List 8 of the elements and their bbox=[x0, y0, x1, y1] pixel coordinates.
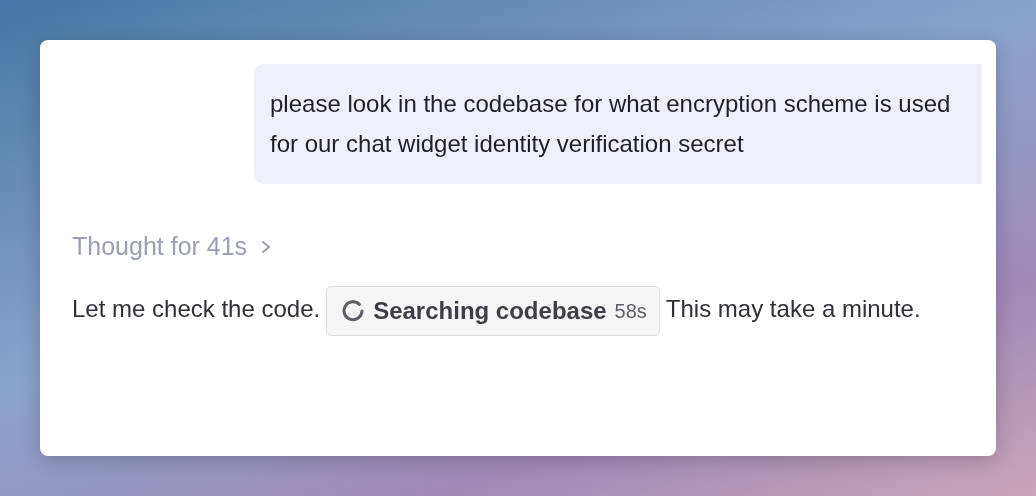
spinner-icon bbox=[341, 298, 366, 323]
tool-status-label: Searching codebase bbox=[373, 295, 607, 326]
response-text: Let me check the code. bbox=[72, 295, 321, 322]
elapsed-time: 58s bbox=[614, 298, 647, 324]
response-text: This may take a minute. bbox=[665, 295, 921, 322]
chevron-icon bbox=[261, 239, 272, 254]
thought-toggle[interactable]: Thought for 41s bbox=[72, 232, 272, 261]
user-message-text: please look in the codebase for what encryption scheme is used for our chat widget identity verification secret bbox=[270, 89, 952, 159]
